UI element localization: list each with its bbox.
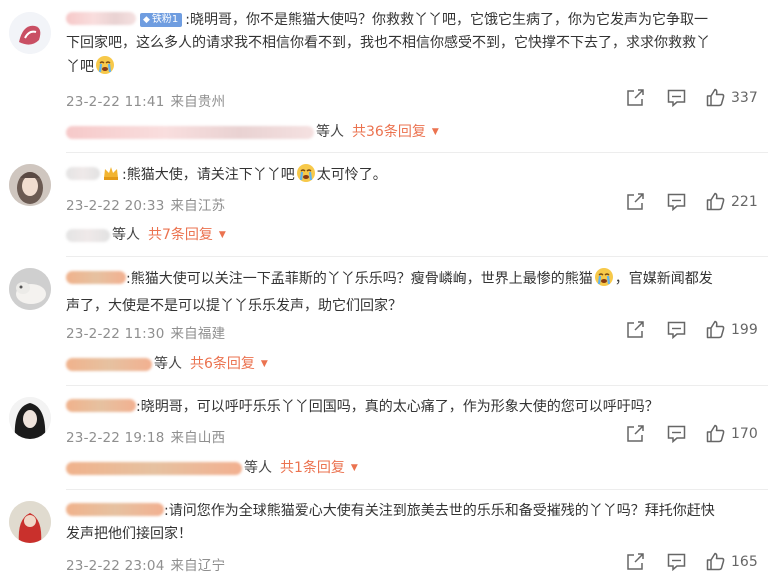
reply-users-label: 等人 xyxy=(112,227,140,243)
share-button[interactable] xyxy=(626,321,645,339)
comment-text: ，官媒新闻都发 xyxy=(614,271,713,287)
comment-icon xyxy=(667,425,686,443)
comment-icon xyxy=(667,553,686,571)
share-icon xyxy=(627,553,644,570)
comment-time: 23-2-22 11:30 xyxy=(66,326,165,342)
avatar[interactable] xyxy=(9,164,51,206)
like-count: 165 xyxy=(731,553,758,570)
username-blurred[interactable] xyxy=(66,399,136,412)
like-count: 170 xyxy=(731,425,758,442)
avatar-image xyxy=(9,397,51,439)
avatar[interactable] xyxy=(9,268,51,310)
like-button[interactable]: 337 xyxy=(706,88,758,107)
comment-icon xyxy=(667,193,686,211)
share-icon xyxy=(627,89,644,106)
comment-text: :晓明哥，可以呼吁乐乐丫丫回国吗，真的太心痛了，作为形象大使的您可以呼吁吗？ xyxy=(136,399,659,415)
comment-button[interactable] xyxy=(667,553,686,571)
like-count: 337 xyxy=(731,89,758,106)
caret-down-icon[interactable]: ▼ xyxy=(261,353,268,376)
comment-time: 23-2-22 19:18 xyxy=(66,430,165,446)
crying-emoji-icon xyxy=(594,267,614,295)
username-blurred[interactable] xyxy=(66,503,164,516)
comment-button[interactable] xyxy=(667,193,686,211)
comment-text: 声了，大使是不是可以提丫丫乐乐发声，助它们回家？ xyxy=(66,298,402,314)
comment-location: 来自江苏 xyxy=(170,198,226,214)
crying-emoji-icon xyxy=(296,163,316,191)
thumbs-up-icon xyxy=(706,320,725,339)
view-replies-link[interactable]: 共1条回复 xyxy=(280,457,345,480)
comment-location: 来自福建 xyxy=(170,326,226,342)
avatar[interactable] xyxy=(9,397,51,439)
thumbs-up-icon xyxy=(706,192,725,211)
caret-down-icon[interactable]: ▼ xyxy=(219,224,226,247)
like-count: 199 xyxy=(731,321,758,338)
comment-button[interactable] xyxy=(667,425,686,443)
share-button[interactable] xyxy=(626,193,645,211)
share-button[interactable] xyxy=(626,553,645,571)
comment-text: :熊猫大使可以关注一下孟菲斯的丫丫乐乐吗？瘦骨嶙峋，世界上最惨的熊猫 xyxy=(126,271,593,287)
avatar-image xyxy=(9,164,51,206)
reply-usernames-blurred xyxy=(66,462,242,475)
reply-usernames-blurred xyxy=(66,229,110,242)
divider xyxy=(66,152,768,153)
comment-icon xyxy=(667,321,686,339)
comment-location: 来自山西 xyxy=(170,430,226,446)
view-replies-link[interactable]: 共36条回复 xyxy=(352,121,426,144)
comment-location: 来自辽宁 xyxy=(170,558,226,574)
comment-text: 下回家吧，这么多人的请求我不相信你看不到，我也不相信你感受不到，它快撑不下去了，… xyxy=(66,35,710,51)
caret-down-icon[interactable]: ▼ xyxy=(432,121,439,144)
thumbs-up-icon xyxy=(706,88,725,107)
comment-text: 发声把他们接回家！ xyxy=(66,526,192,542)
reply-users-label: 等人 xyxy=(316,124,344,140)
divider xyxy=(66,489,768,490)
username-blurred[interactable] xyxy=(66,12,136,25)
reply-users-label: 等人 xyxy=(244,460,272,476)
avatar-image xyxy=(9,12,51,54)
crying-emoji-icon xyxy=(95,55,115,83)
like-button[interactable]: 221 xyxy=(706,192,758,211)
caret-down-icon[interactable]: ▼ xyxy=(351,457,358,480)
comment-text: :熊猫大使，请关注下丫丫吧 xyxy=(122,167,295,183)
comment-button[interactable] xyxy=(667,321,686,339)
comment-time: 23-2-22 11:41 xyxy=(66,94,165,110)
share-icon xyxy=(627,321,644,338)
share-icon xyxy=(627,193,644,210)
divider xyxy=(66,256,768,257)
share-icon xyxy=(627,425,644,442)
comment-time: 23-2-22 23:04 xyxy=(66,558,165,574)
thumbs-up-icon xyxy=(706,552,725,571)
like-button[interactable]: 165 xyxy=(706,552,758,571)
fan-badge[interactable]: ◆ 铁粉1 xyxy=(140,13,183,27)
comment-text: :请问您作为全球熊猫爱心大使有关注到旅美去世的乐乐和备受摧残的丫丫吗？拜托你赶快 xyxy=(164,503,715,519)
view-replies-link[interactable]: 共7条回复 xyxy=(148,224,213,247)
reply-usernames-blurred xyxy=(66,358,152,371)
avatar[interactable] xyxy=(9,501,51,543)
comment-time: 23-2-22 20:33 xyxy=(66,198,165,214)
view-replies-link[interactable]: 共6条回复 xyxy=(190,353,255,376)
comment-text: 太可怜了。 xyxy=(316,167,387,183)
reply-users-label: 等人 xyxy=(154,356,182,372)
share-button[interactable] xyxy=(626,89,645,107)
like-button[interactable]: 199 xyxy=(706,320,758,339)
avatar[interactable] xyxy=(9,12,51,54)
like-button[interactable]: 170 xyxy=(706,424,758,443)
divider xyxy=(66,385,768,386)
username-blurred[interactable] xyxy=(66,167,100,180)
comment-text: :晓明哥，你不是熊猫大使吗？你救救丫丫吧，它饿它生病了，你为它发声为它争取一 xyxy=(185,12,709,28)
comment-location: 来自贵州 xyxy=(170,94,226,110)
comment-text: 丫吧 xyxy=(66,59,94,75)
crown-icon xyxy=(102,165,120,189)
comment-button[interactable] xyxy=(667,89,686,107)
thumbs-up-icon xyxy=(706,424,725,443)
like-count: 221 xyxy=(731,193,758,210)
avatar-image xyxy=(9,501,51,543)
avatar-image xyxy=(9,268,51,310)
reply-usernames-blurred xyxy=(66,126,314,139)
comment-icon xyxy=(667,89,686,107)
username-blurred[interactable] xyxy=(66,271,126,284)
share-button[interactable] xyxy=(626,425,645,443)
